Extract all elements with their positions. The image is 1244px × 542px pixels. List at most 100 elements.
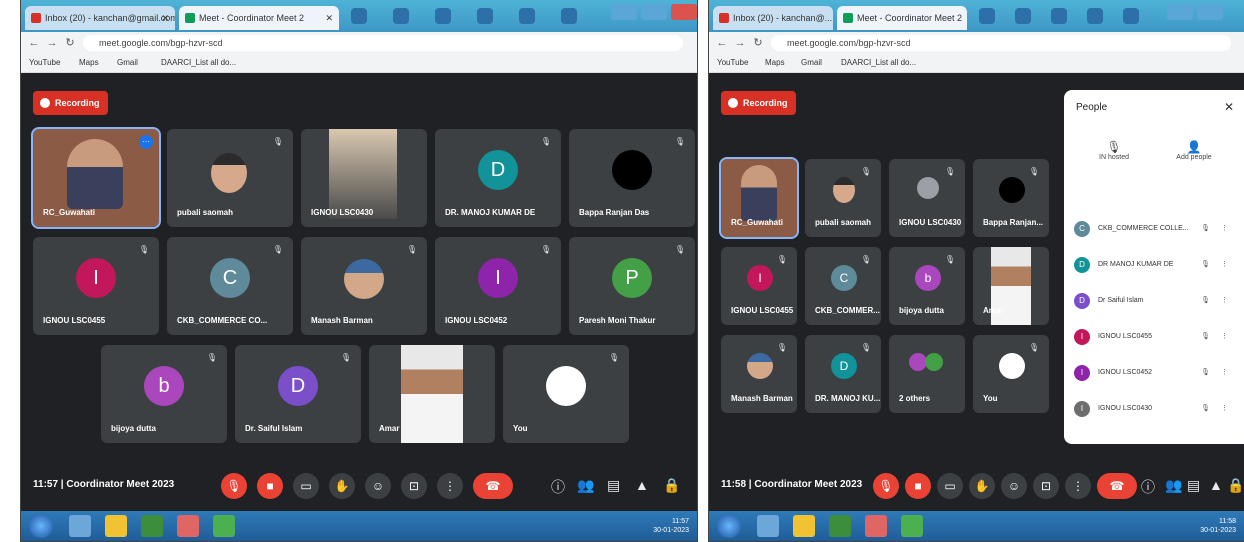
camera-toggle-button[interactable]: ■ bbox=[257, 473, 283, 499]
more-options-button[interactable]: ⋮ bbox=[1065, 473, 1091, 499]
participant-tile[interactable]: D 🎙 DR. MANOJ KU... bbox=[805, 335, 881, 413]
participant-tile[interactable]: C 🎙 CKB_COMMER... bbox=[805, 247, 881, 325]
lock-icon[interactable]: 🔒 bbox=[1227, 477, 1244, 494]
tab-mini[interactable] bbox=[1015, 8, 1031, 24]
participant-tile[interactable]: b 🎙 bijoya dutta bbox=[889, 247, 965, 325]
chat-icon[interactable]: ▤ bbox=[607, 477, 620, 494]
participant-tile[interactable]: Amar bbox=[973, 247, 1049, 325]
people-row[interactable]: C CKB_COMMERCE COLLE... 🎙 ⋮ bbox=[1074, 220, 1234, 240]
lock-icon[interactable]: 🔒 bbox=[663, 477, 680, 494]
hosted-action[interactable]: 🎙 IN hosted bbox=[1084, 140, 1144, 161]
participant-tile[interactable]: RC_Guwahati bbox=[719, 157, 799, 239]
folder-icon[interactable] bbox=[793, 515, 815, 537]
participant-tile[interactable]: D 🎙 DR. MANOJ KUMAR DE bbox=[435, 129, 561, 227]
participant-tile[interactable]: 2 others bbox=[889, 335, 965, 413]
participant-tile[interactable]: 🎙 You bbox=[503, 345, 629, 443]
firefox-icon[interactable] bbox=[177, 515, 199, 537]
tab-mini[interactable] bbox=[979, 8, 995, 24]
chat-icon[interactable]: ▤ bbox=[1187, 477, 1200, 494]
participant-tile[interactable]: 🎙 pubali saomah bbox=[805, 159, 881, 237]
chrome-icon[interactable] bbox=[213, 515, 235, 537]
people-row[interactable]: I IGNOU LSC0430 🎙 ⋮ bbox=[1074, 400, 1234, 420]
tab-mini[interactable] bbox=[1051, 8, 1067, 24]
chrome-icon[interactable] bbox=[901, 515, 923, 537]
bookmark-daarci[interactable]: DAARCI_List all do... bbox=[161, 57, 236, 69]
present-button[interactable]: ⊡ bbox=[401, 473, 427, 499]
participant-tile[interactable]: I 🎙 IGNOU LSC0452 bbox=[435, 237, 561, 335]
excel-icon[interactable] bbox=[141, 515, 163, 537]
forward-icon[interactable]: → bbox=[733, 36, 747, 50]
emoji-button[interactable]: ☺ bbox=[365, 473, 391, 499]
people-icon[interactable]: 👥 bbox=[1165, 477, 1182, 494]
participant-tile[interactable]: 🎙 Bappa Ranjan Das bbox=[569, 129, 695, 227]
close-tab-icon[interactable]: ✕ bbox=[325, 6, 333, 30]
forward-icon[interactable]: → bbox=[45, 36, 59, 50]
more-icon[interactable]: ⋮ bbox=[1221, 260, 1228, 268]
activities-icon[interactable]: ▲ bbox=[1209, 477, 1223, 493]
excel-icon[interactable] bbox=[829, 515, 851, 537]
tab-mini[interactable] bbox=[561, 8, 577, 24]
people-row[interactable]: I IGNOU LSC0452 🎙 ⋮ bbox=[1074, 364, 1234, 384]
more-icon[interactable]: ⋮ bbox=[1221, 296, 1228, 304]
tab-mini[interactable] bbox=[477, 8, 493, 24]
maximize-button[interactable] bbox=[1197, 4, 1223, 20]
participant-tile[interactable]: 🎙 Bappa Ranjan... bbox=[973, 159, 1049, 237]
people-row[interactable]: D DR MANOJ KUMAR DE 🎙 ⋮ bbox=[1074, 256, 1234, 276]
minimize-button[interactable] bbox=[611, 4, 637, 20]
raise-hand-button[interactable]: ✋ bbox=[329, 473, 355, 499]
participant-tile[interactable]: I 🎙 IGNOU LSC0455 bbox=[721, 247, 797, 325]
participant-tile[interactable]: 🎙 Manash Barman bbox=[721, 335, 797, 413]
leave-call-button[interactable]: ☎ bbox=[1097, 473, 1137, 499]
info-icon[interactable]: ⓘ bbox=[1141, 477, 1155, 497]
leave-call-button[interactable]: ☎ bbox=[473, 473, 513, 499]
people-icon[interactable]: 👥 bbox=[577, 477, 594, 494]
tab-mini[interactable] bbox=[1123, 8, 1139, 24]
tab-mini[interactable] bbox=[1087, 8, 1103, 24]
reload-icon[interactable]: ↻ bbox=[63, 36, 77, 50]
bookmark-gmail[interactable]: Gmail bbox=[801, 57, 822, 69]
participant-tile[interactable]: ⋯ RC_Guwahati bbox=[31, 127, 161, 229]
bookmark-gmail[interactable]: Gmail bbox=[117, 57, 138, 69]
more-icon[interactable]: ⋮ bbox=[1221, 224, 1228, 232]
people-row[interactable]: I IGNOU LSC0455 🎙 ⋮ bbox=[1074, 328, 1234, 348]
minimize-button[interactable] bbox=[1167, 4, 1193, 20]
participant-tile[interactable]: D 🎙 Dr. Saiful Islam bbox=[235, 345, 361, 443]
close-window-button[interactable] bbox=[671, 4, 697, 20]
emoji-button[interactable]: ☺ bbox=[1001, 473, 1027, 499]
maximize-button[interactable] bbox=[641, 4, 667, 20]
folder-icon[interactable] bbox=[105, 515, 127, 537]
tab-mini[interactable] bbox=[393, 8, 409, 24]
captions-button[interactable]: ▭ bbox=[293, 473, 319, 499]
participant-tile[interactable]: 🎙 You bbox=[973, 335, 1049, 413]
tab-meet[interactable]: Meet - Coordinator Meet 2 bbox=[837, 6, 967, 30]
tab-mini[interactable] bbox=[351, 8, 367, 24]
info-icon[interactable]: ⓘ bbox=[551, 477, 565, 497]
back-icon[interactable]: ← bbox=[715, 36, 729, 50]
participant-tile[interactable]: P 🎙 Paresh Moni Thakur bbox=[569, 237, 695, 335]
participant-tile[interactable]: 🎙 Manash Barman bbox=[301, 237, 427, 335]
bookmark-youtube[interactable]: YouTube bbox=[717, 57, 748, 69]
firefox-icon[interactable] bbox=[865, 515, 887, 537]
mic-toggle-button[interactable]: 🎙 bbox=[221, 473, 247, 499]
present-button[interactable]: ⊡ bbox=[1033, 473, 1059, 499]
back-icon[interactable]: ← bbox=[27, 36, 41, 50]
bookmark-maps[interactable]: Maps bbox=[79, 57, 99, 69]
camera-toggle-button[interactable]: ■ bbox=[905, 473, 931, 499]
more-options-button[interactable]: ⋮ bbox=[437, 473, 463, 499]
bookmark-maps[interactable]: Maps bbox=[765, 57, 785, 69]
more-icon[interactable]: ⋮ bbox=[1221, 368, 1228, 376]
url-bar[interactable]: meet.google.com/bgp-hzvr-scd bbox=[771, 35, 1231, 51]
bookmark-youtube[interactable]: YouTube bbox=[29, 57, 60, 69]
more-icon[interactable]: ⋮ bbox=[1221, 332, 1228, 340]
tab-inbox[interactable]: Inbox (20) - kanchan@... bbox=[713, 6, 833, 30]
mic-toggle-button[interactable]: 🎙 bbox=[873, 473, 899, 499]
activities-icon[interactable]: ▲ bbox=[635, 477, 649, 493]
explorer-icon[interactable] bbox=[69, 515, 91, 537]
reload-icon[interactable]: ↻ bbox=[751, 36, 765, 50]
participant-tile[interactable]: b 🎙 bijoya dutta bbox=[101, 345, 227, 443]
participant-tile[interactable]: 🎙 pubali saomah bbox=[167, 129, 293, 227]
tab-mini[interactable] bbox=[435, 8, 451, 24]
captions-button[interactable]: ▭ bbox=[937, 473, 963, 499]
participant-tile[interactable]: IGNOU LSC0430 bbox=[301, 129, 427, 227]
raise-hand-button[interactable]: ✋ bbox=[969, 473, 995, 499]
